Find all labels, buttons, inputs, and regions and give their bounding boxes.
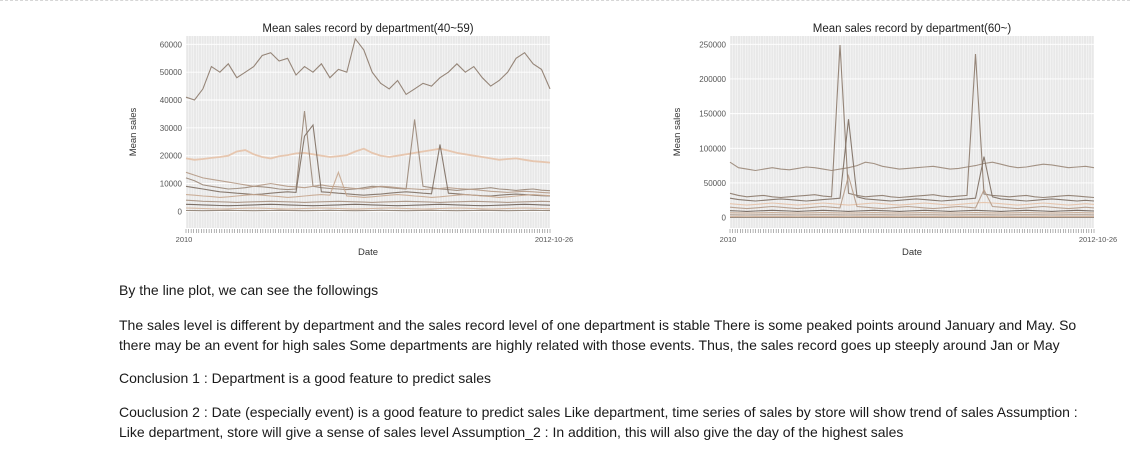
observation-text: The sales level is different by departme… xyxy=(119,317,1077,353)
chart-title: Mean sales record by department(40~59) xyxy=(262,23,473,35)
x-tick-label-end: 2012-10-26 xyxy=(535,235,573,244)
y-tick-label: 200000 xyxy=(699,75,726,84)
y-tick-label: 10000 xyxy=(160,179,183,188)
y-tick-label: 250000 xyxy=(699,40,726,49)
y-tick-label: 0 xyxy=(722,214,727,223)
x-tick-label-start: 2010 xyxy=(176,235,193,244)
conclusion-1-text: Conclusion 1 : Department is a good feat… xyxy=(119,370,491,386)
x-axis-label: Date xyxy=(902,247,922,258)
series-line xyxy=(729,209,1095,212)
y-tick-label: 40000 xyxy=(160,96,183,105)
y-tick-label: 30000 xyxy=(160,124,183,133)
conclusion-2-text: Couclusion 2 : Date (especially event) i… xyxy=(119,404,1078,440)
x-ticks xyxy=(729,229,1095,233)
y-tick-label: 50000 xyxy=(704,179,727,188)
series-line xyxy=(729,212,1095,214)
intro-text: By the line plot, we can see the followi… xyxy=(119,282,379,298)
y-tick-label: 50000 xyxy=(160,68,183,77)
y-axis-label: Mean sales xyxy=(672,107,683,156)
line-chart-right: Mean sales record by department(60~) 0 500… xyxy=(672,23,1117,258)
y-tick-label: 100000 xyxy=(699,144,726,153)
cell-divider xyxy=(0,0,1130,3)
x-ticks xyxy=(185,229,551,233)
x-axis-label: Date xyxy=(358,247,378,258)
y-tick-label: 150000 xyxy=(699,110,726,119)
y-tick-label: 60000 xyxy=(160,40,183,49)
line-chart-left: Mean sales record by department(40~59) 0 1… xyxy=(128,23,573,258)
x-tick-label-start: 2010 xyxy=(720,235,737,244)
y-axis-label: Mean sales xyxy=(128,107,139,156)
chart-dept-60-plus: Mean sales record by department(60~) 0 500… xyxy=(672,18,1117,258)
chart-title: Mean sales record by department(60~) xyxy=(813,23,1012,35)
x-tick-label-end: 2012-10-26 xyxy=(1079,235,1117,244)
chart-dept-40-59: Mean sales record by department(40~59) 0 1… xyxy=(128,18,573,258)
y-tick-label: 20000 xyxy=(160,152,183,161)
y-tick-label: 0 xyxy=(178,207,183,216)
